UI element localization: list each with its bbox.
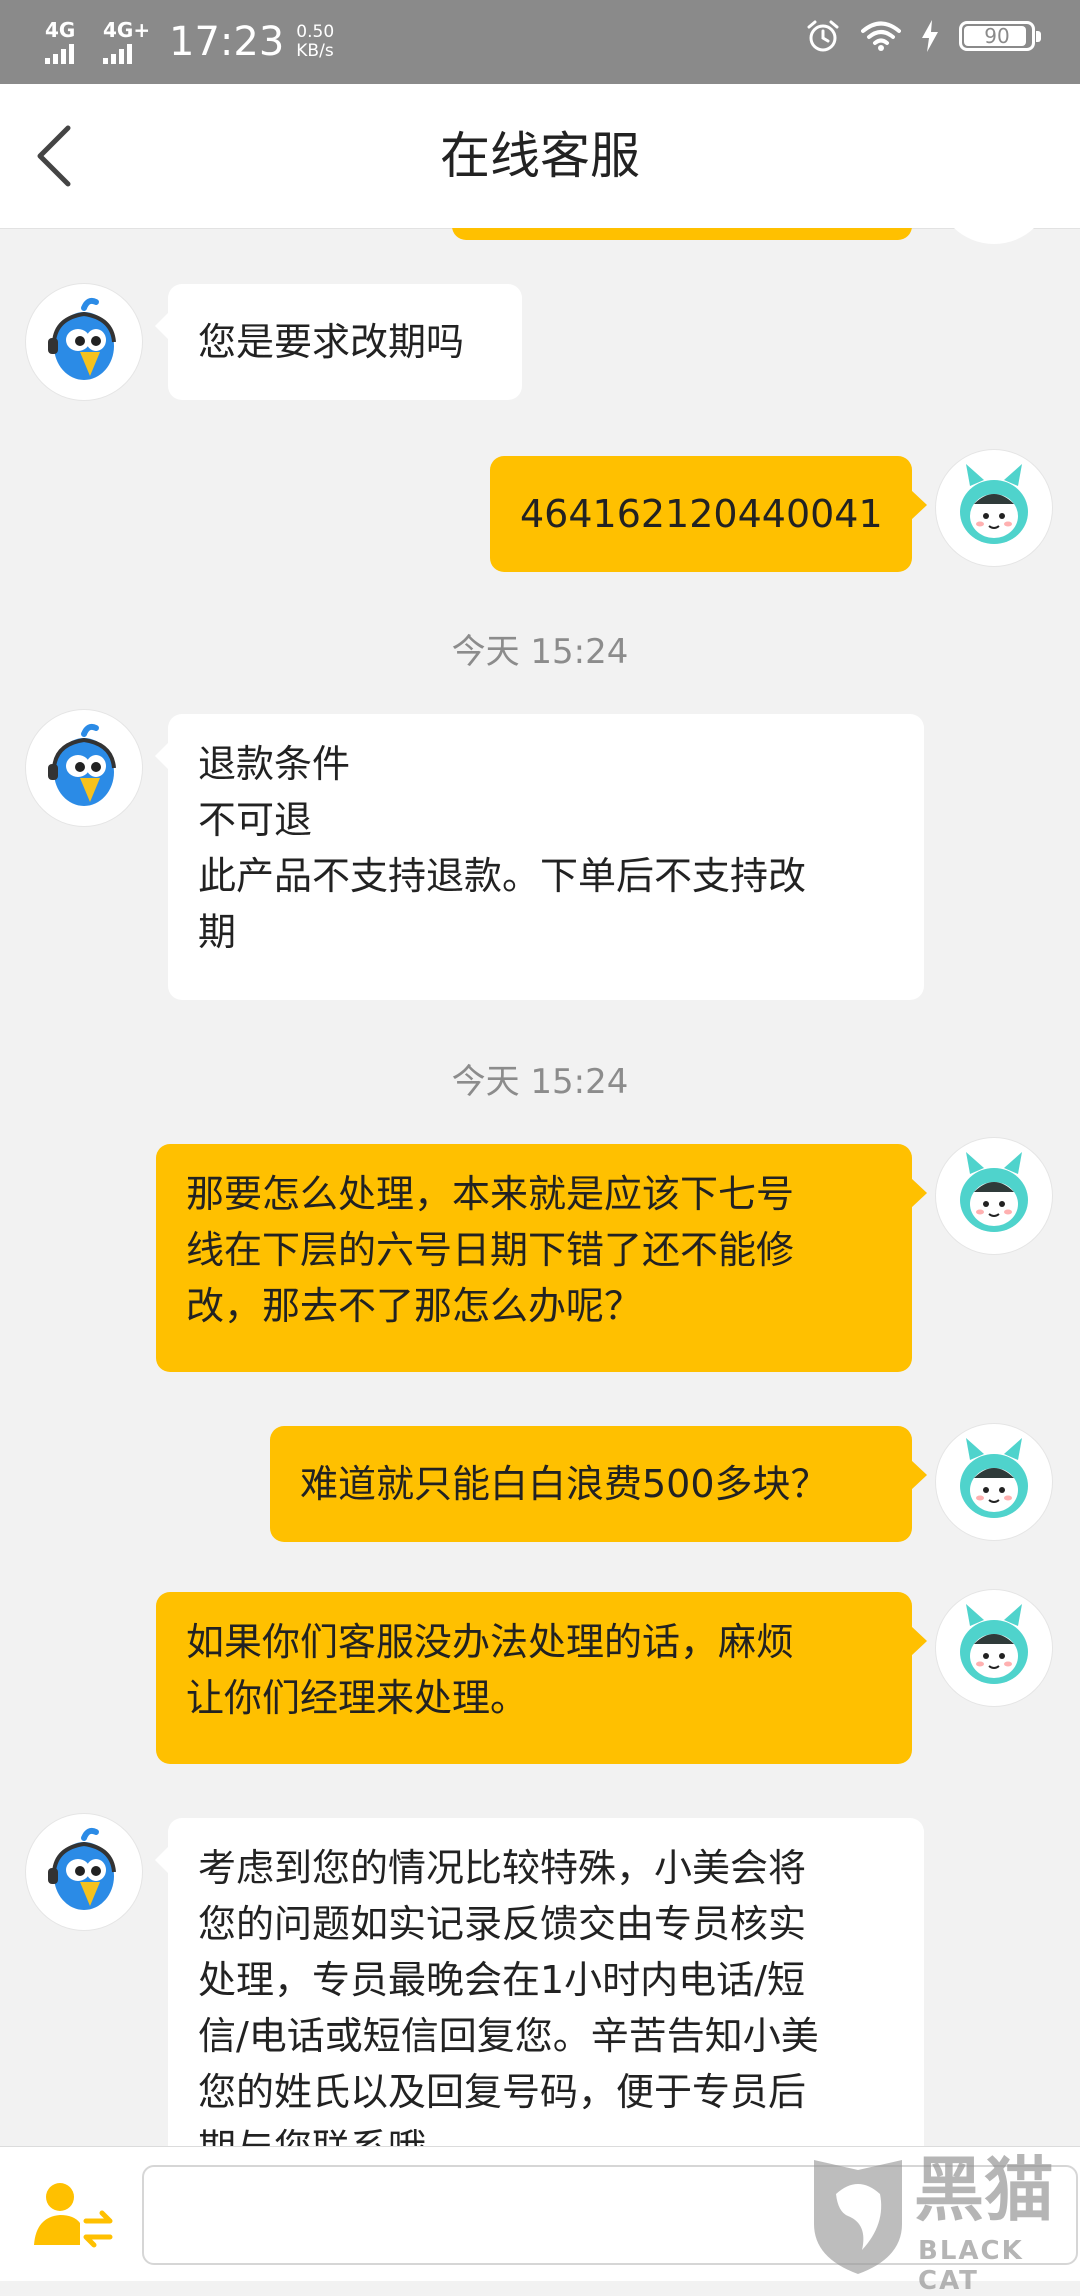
agent-avatar <box>26 1814 142 1930</box>
signal-label: 4G+ <box>103 18 151 42</box>
message-line: 期 <box>198 910 237 954</box>
network-speed: 0.50 KB/s <box>296 23 334 61</box>
battery-level: 90 <box>984 24 1010 48</box>
signal-icon: 4G+ <box>103 18 151 64</box>
user-avatar <box>936 1424 1052 1540</box>
message-line: 处理，专员最晚会在1小时内电话/短 <box>198 1958 805 2002</box>
watermark-text-en: BLACK CAT <box>918 2236 1024 2296</box>
robot-mascot-icon <box>960 1604 1028 1684</box>
message-line: 您的姓氏以及回复号码，便于专员后 <box>198 2070 807 2114</box>
message-line: 不可退 <box>198 798 313 842</box>
battery-icon: 90 <box>959 21 1041 51</box>
message-line: 信/电话或短信回复您。辛苦告知小美 <box>198 2014 819 2058</box>
robot-mascot-icon <box>960 1152 1028 1232</box>
message-line: 让你们经理来处理。 <box>186 1676 529 1720</box>
user-avatar <box>936 1590 1052 1706</box>
message-line: 您的问题如实记录反馈交由专员核实 <box>198 1902 807 1946</box>
message-line: 改，那去不了那怎么办呢？ <box>186 1284 643 1328</box>
message-line: 难道就只能白白浪费500多块？ <box>300 1462 829 1506</box>
message-line: 此产品不支持退款。下单后不支持改 <box>198 854 807 898</box>
message-line: 您是要求改期吗 <box>198 320 465 364</box>
black-cat-logo <box>814 2160 902 2274</box>
wifi-icon <box>861 21 901 51</box>
robot-mascot-icon <box>960 1438 1028 1518</box>
message-line: 退款条件 <box>198 742 351 786</box>
agent-message-bubble: 退款条件 不可退 此产品不支持退款。下单后不支持改 期 <box>155 714 924 1000</box>
message-timestamp: 今天 15:24 <box>451 632 629 672</box>
message-line: 期与您联系哦 <box>198 2120 894 2146</box>
speed-value: 0.50 <box>296 22 335 42</box>
title-bar: 在线客服 <box>0 84 1080 229</box>
user-message-bubble: 如果你们客服没办法处理的话，麻烦 让你们经理来处理。 <box>156 1592 927 1764</box>
charging-icon <box>922 20 938 52</box>
agent-avatar <box>26 284 142 400</box>
bird-mascot-icon <box>48 297 116 380</box>
agent-message-bubble: 您是要求改期吗 <box>155 284 522 400</box>
watermark: 黑猫 BLACK CAT <box>808 2149 1080 2296</box>
message-line: 如果你们客服没办法处理的话，麻烦 <box>186 1620 795 1664</box>
alarm-icon <box>807 20 839 52</box>
chat-message-list[interactable]: 您是要求改期吗 464162120440041 今天 15:24 退款条件 不可… <box>0 228 1080 2146</box>
message-line: 那要怎么处理，本来就是应该下七号 <box>186 1172 795 1216</box>
user-avatar <box>936 228 1052 244</box>
signal-label: 4G <box>45 18 76 42</box>
speed-unit: KB/s <box>296 41 334 61</box>
user-message-bubble: 那要怎么处理，本来就是应该下七号 线在下层的六号日期下错了还不能修 改，那去不了… <box>156 1144 927 1372</box>
message-timestamp: 今天 15:24 <box>451 1062 629 1102</box>
user-message-bubble: 难道就只能白白浪费500多块？ <box>270 1426 927 1542</box>
bird-mascot-icon <box>48 723 116 806</box>
page-title: 在线客服 <box>440 127 640 185</box>
user-message-bubble: 464162120440041 <box>490 456 927 572</box>
agent-message-bubble: 考虑到您的情况比较特殊，小美会将 您的问题如实记录反馈交由专员核实 处理，专员最… <box>155 1818 924 2146</box>
robot-mascot-icon <box>960 464 1028 544</box>
status-bar: 4G 4G+ 17:23 0.50 KB/s 90 <box>0 0 1080 84</box>
user-avatar <box>936 450 1052 566</box>
message-line: 464162120440041 <box>520 492 883 536</box>
message-line: 考虑到您的情况比较特殊，小美会将 <box>198 1846 807 1890</box>
transfer-person-icon[interactable] <box>30 2177 114 2253</box>
message-line: 线在下层的六号日期下错了还不能修 <box>186 1228 795 1272</box>
user-avatar <box>936 1138 1052 1254</box>
clock: 17:23 <box>169 19 285 65</box>
signal-icon: 4G <box>45 20 91 64</box>
previous-user-bubble <box>452 228 912 240</box>
watermark-text-cn: 黑猫 <box>914 2149 1054 2231</box>
agent-avatar <box>26 710 142 826</box>
bird-mascot-icon <box>48 1827 116 1910</box>
